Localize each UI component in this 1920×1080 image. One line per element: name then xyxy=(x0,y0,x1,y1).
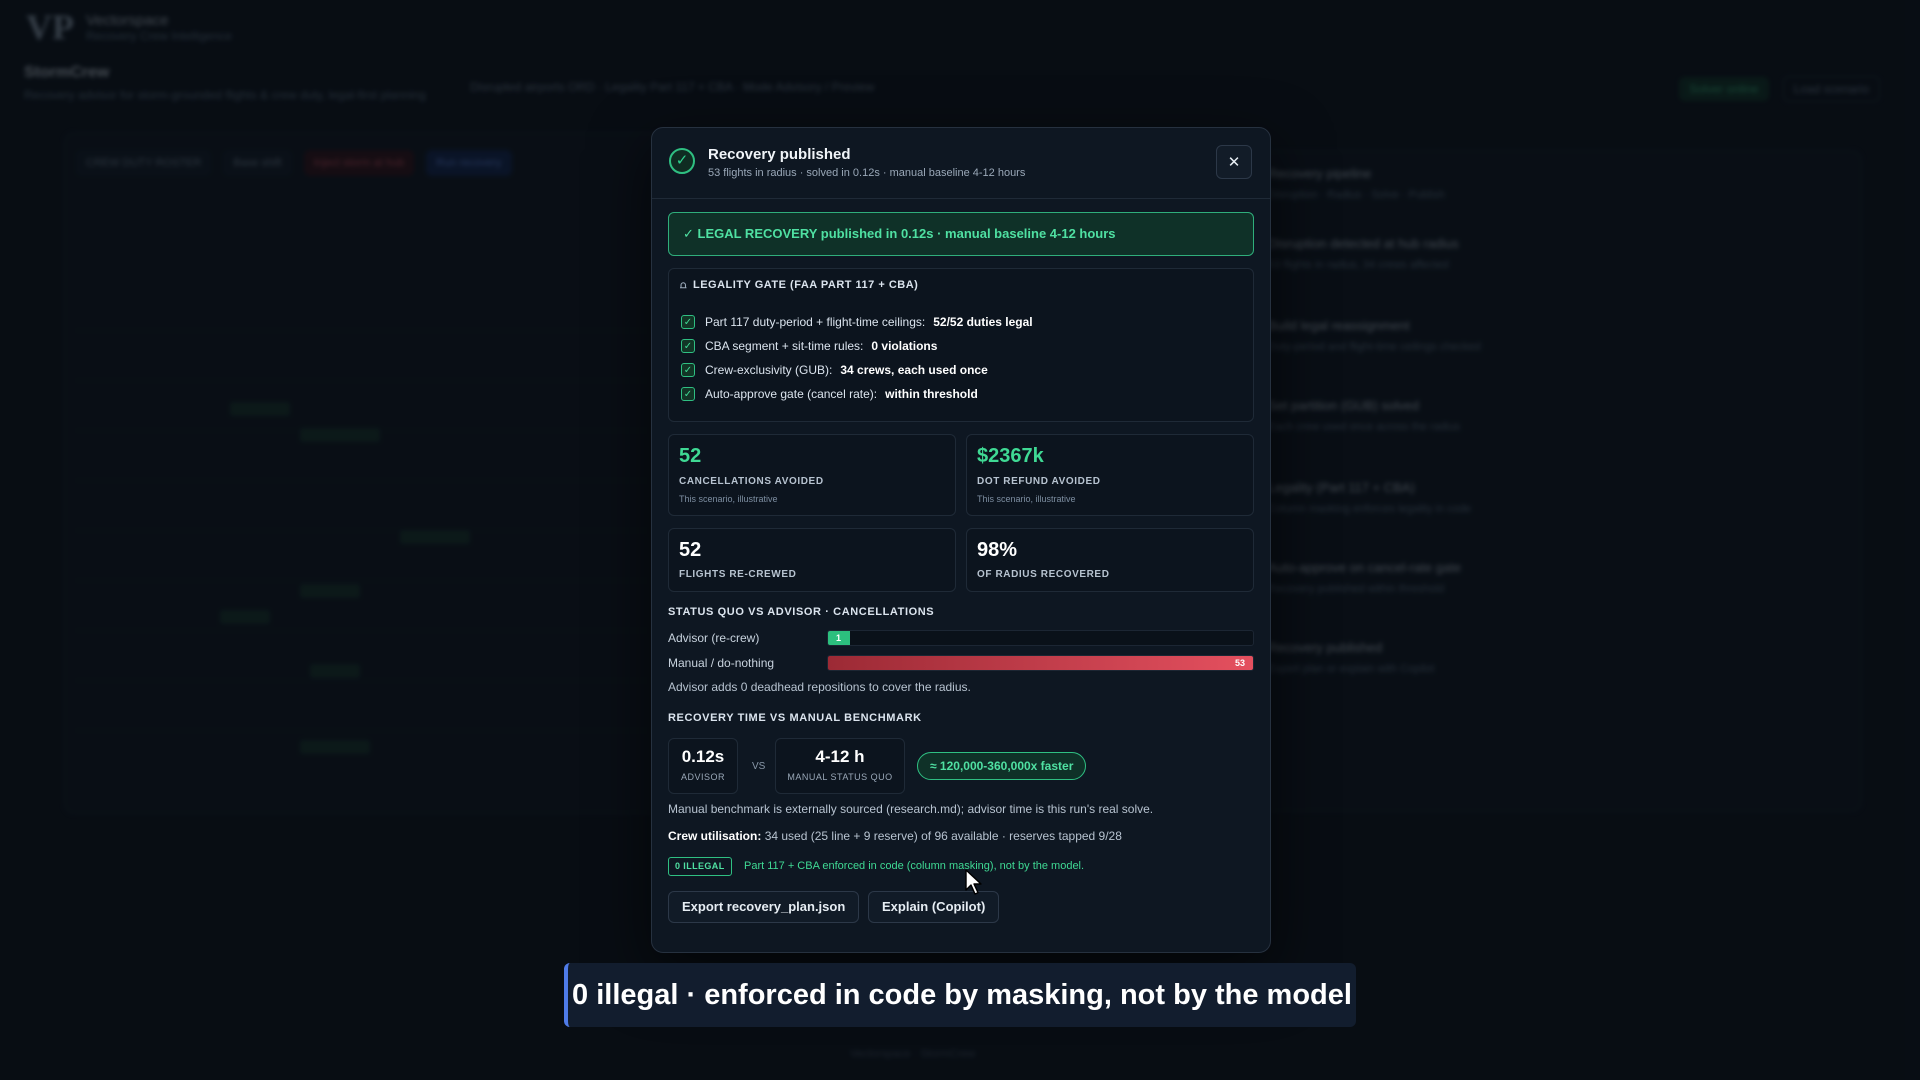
comparison-bar-manual xyxy=(828,656,1253,670)
export-plan-button[interactable]: Export recovery_plan.json xyxy=(668,891,860,923)
crew-utilisation-text: 34 used (25 line + 9 reserve) of 96 avai… xyxy=(764,829,1122,843)
modal-subtitle: 53 flights in radius · solved in 0.12s ·… xyxy=(708,167,1026,179)
advisor-time-label: ADVISOR xyxy=(680,772,725,782)
gate-check-label: Crew-exclusivity (GUB): xyxy=(705,363,833,377)
gate-check-value: 0 violations xyxy=(871,339,938,353)
legality-gate-panel: ⩍ LEGALITY GATE (FAA PART 117 + CBA) ✓ Pa… xyxy=(668,268,1254,422)
crew-utilisation: Crew utilisation: 34 used (25 line + 9 r… xyxy=(668,829,1122,843)
gate-check-value: 52/52 duties legal xyxy=(933,315,1033,329)
benchmark-note: Manual benchmark is externally sourced (… xyxy=(668,802,1154,816)
comparison-bar-value: 1 xyxy=(836,633,842,643)
stat-note: This scenario, illustrative xyxy=(977,494,1076,504)
manual-time-value: 4-12 h xyxy=(815,747,865,766)
stat-value: $2367k xyxy=(977,445,1044,467)
comparison-bar-value: 53 xyxy=(1235,658,1246,668)
mouse-cursor-icon xyxy=(965,869,982,895)
lock-icon: ⩍ xyxy=(680,280,687,291)
stat-value: 98% xyxy=(977,539,1018,561)
comparison-title: STATUS QUO VS ADVISOR · CANCELLATIONS xyxy=(668,606,935,618)
gate-check-row: ✓ Part 117 duty-period + flight-time cei… xyxy=(681,315,1033,329)
modal-header: ✓ Recovery published 53 flights in radiu… xyxy=(652,128,1270,199)
advisor-time-box: 0.12s ADVISOR xyxy=(668,738,738,794)
comparison-note: Advisor adds 0 deadhead repositions to c… xyxy=(668,680,971,694)
manual-time-box: 4-12 h MANUAL STATUS QUO xyxy=(775,738,905,794)
enforcement-note: Part 117 + CBA enforced in code (column … xyxy=(744,860,1085,872)
caption-banner: 0 illegal · enforced in code by masking,… xyxy=(564,963,1356,1027)
speedup-badge: ≈ 120,000-360,000x faster xyxy=(917,752,1087,780)
stat-label: FLIGHTS RE-CREWED xyxy=(679,569,797,580)
benchmark-title: RECOVERY TIME VS MANUAL BENCHMARK xyxy=(668,712,922,724)
stat-card-dot-refund: $2367k DOT REFUND AVOIDED This scenario,… xyxy=(966,434,1254,516)
gate-check-row: ✓ CBA segment + sit-time rules: 0 violat… xyxy=(681,339,937,353)
comparison-bar-track: 1 xyxy=(827,630,1254,646)
comparison-bar-track: 53 xyxy=(827,655,1254,671)
stat-note: This scenario, illustrative xyxy=(679,494,778,504)
stat-value: 52 xyxy=(679,445,702,467)
stat-label: OF RADIUS RECOVERED xyxy=(977,569,1110,580)
comparison-bar-label: Manual / do-nothing xyxy=(668,656,775,670)
legal-recovery-banner: ✓ LEGAL RECOVERY published in 0.12s · ma… xyxy=(668,212,1254,256)
stat-card-cancellations: 52 CANCELLATIONS AVOIDED This scenario, … xyxy=(668,434,956,516)
gate-check-value: 34 crews, each used once xyxy=(840,363,988,377)
comparison-bar-label: Advisor (re-crew) xyxy=(668,631,760,645)
stat-label: CANCELLATIONS AVOIDED xyxy=(679,476,824,487)
gate-check-value: within threshold xyxy=(885,387,978,401)
checkbox-checked-icon: ✓ xyxy=(681,315,695,329)
close-button[interactable]: ✕ xyxy=(1216,145,1252,179)
legality-gate-title-text: LEGALITY GATE (FAA PART 117 + CBA) xyxy=(693,279,919,291)
gate-check-label: Auto-approve gate (cancel rate): xyxy=(705,387,878,401)
check-circle-icon: ✓ xyxy=(669,148,695,174)
stat-label: DOT REFUND AVOIDED xyxy=(977,476,1101,487)
recovery-published-modal: ✓ Recovery published 53 flights in radiu… xyxy=(651,127,1271,953)
checkbox-checked-icon: ✓ xyxy=(681,339,695,353)
zero-illegal-badge: 0 ILLEGAL xyxy=(668,857,732,876)
gate-check-row: ✓ Auto-approve gate (cancel rate): withi… xyxy=(681,387,978,401)
stat-card-flights-recrewed: 52 FLIGHTS RE-CREWED xyxy=(668,528,956,592)
checkbox-checked-icon: ✓ xyxy=(681,387,695,401)
legality-gate-title: ⩍ LEGALITY GATE (FAA PART 117 + CBA) xyxy=(680,279,918,291)
crew-utilisation-label: Crew utilisation: xyxy=(668,829,762,843)
advisor-time-value: 0.12s xyxy=(681,747,725,766)
close-icon: ✕ xyxy=(1227,154,1241,171)
checkbox-checked-icon: ✓ xyxy=(681,363,695,377)
modal-title: Recovery published xyxy=(708,146,851,163)
manual-time-label: MANUAL STATUS QUO xyxy=(787,772,893,782)
vs-label: VS xyxy=(752,761,766,772)
stat-value: 52 xyxy=(679,539,702,561)
gate-check-label: Part 117 duty-period + flight-time ceili… xyxy=(705,315,926,329)
stat-card-radius-recovered: 98% OF RADIUS RECOVERED xyxy=(966,528,1254,592)
gate-check-row: ✓ Crew-exclusivity (GUB): 34 crews, each… xyxy=(681,363,988,377)
gate-check-label: CBA segment + sit-time rules: xyxy=(705,339,864,353)
